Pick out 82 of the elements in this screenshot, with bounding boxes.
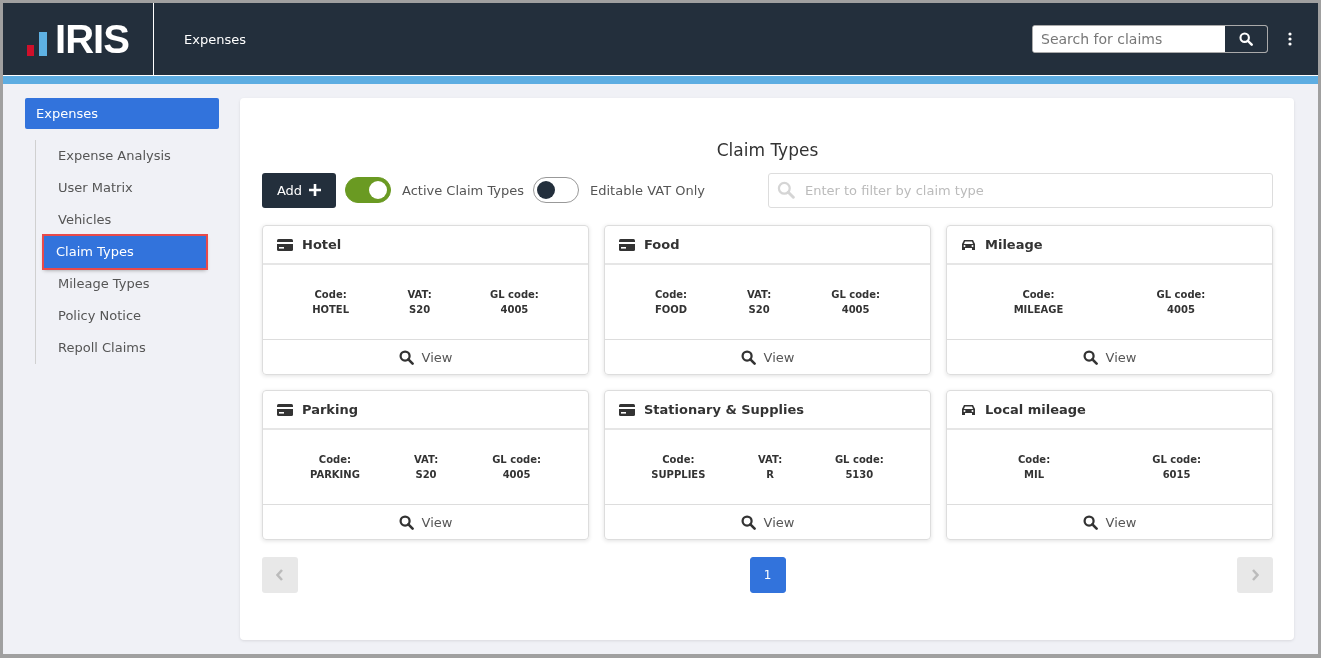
sidebar-item[interactable]: User Matrix [36, 172, 219, 204]
sidebar-item[interactable]: Policy Notice [36, 300, 219, 332]
field-label: VAT: [747, 289, 772, 300]
card-title: Food [644, 237, 680, 252]
card-title: Local mileage [985, 402, 1086, 417]
search-icon [398, 514, 414, 530]
toggle-switch[interactable] [533, 177, 580, 203]
field-value: 6015 [1162, 469, 1191, 480]
card-title: Stationary & Supplies [644, 402, 804, 417]
search-icon [398, 349, 414, 365]
field-value: PARKING [310, 469, 360, 480]
credit-card-icon [619, 403, 635, 416]
field-label: VAT: [758, 454, 783, 465]
logo-text: IRIS [55, 16, 129, 62]
field-label: GL code: [1156, 289, 1206, 300]
credit-card-icon [277, 238, 293, 251]
field-label: GL code: [490, 289, 539, 300]
field-value: MIL [1024, 469, 1045, 480]
field-label: Code: [318, 454, 351, 465]
search-icon [1082, 349, 1098, 365]
search-icon [740, 514, 756, 530]
view-button[interactable]: View [263, 505, 588, 539]
sidebar-heading[interactable]: Expenses [25, 98, 219, 129]
credit-card-icon [619, 238, 635, 251]
plus-icon [309, 184, 322, 196]
toggle-switch[interactable] [345, 177, 391, 203]
card-title: Hotel [302, 237, 342, 252]
car-icon [961, 238, 976, 251]
credit-card-icon [277, 403, 293, 416]
field-label: VAT: [407, 289, 432, 300]
field-value: FOOD [654, 304, 688, 315]
field-label: GL code: [492, 454, 541, 465]
search-icon [1082, 514, 1098, 530]
search-field[interactable]: Search for claims [1032, 25, 1268, 53]
filter-field[interactable]: Enter to filter by claim type [768, 172, 1273, 208]
toggle-label: Editable VAT Only [590, 182, 705, 198]
field-label: GL code: [1152, 454, 1201, 465]
field-value: 5130 [845, 469, 874, 480]
search-icon [740, 349, 756, 365]
search-icon [777, 180, 795, 199]
field-label: Code: [662, 454, 695, 465]
field-value: S20 [415, 469, 437, 480]
field-label: Code: [1018, 454, 1051, 465]
view-button[interactable]: View [605, 505, 930, 539]
field-value: 4005 [841, 304, 870, 315]
field-label: Code: [314, 289, 347, 300]
field-label: Code: [654, 289, 688, 300]
view-button[interactable]: View [605, 340, 930, 374]
field-value: MILEAGE [1013, 304, 1064, 315]
field-value: HOTEL [312, 304, 350, 315]
field-value: 4005 [502, 469, 531, 480]
chevron-right-icon [1251, 569, 1259, 581]
car-icon [961, 403, 976, 416]
sidebar-item[interactable]: Expense Analysis [36, 140, 219, 172]
field-value: SUPPLIES [651, 469, 706, 480]
toggle-label: Active Claim Types [402, 182, 525, 198]
page-title: Claim Types [715, 140, 820, 160]
field-label: GL code: [831, 289, 881, 300]
sidebar-item[interactable]: Repoll Claims [36, 332, 219, 364]
view-button[interactable]: View [263, 340, 588, 374]
field-value: S20 [408, 304, 431, 315]
field-value: 4005 [1167, 304, 1195, 315]
field-value: R [766, 469, 774, 480]
field-label: VAT: [413, 454, 439, 465]
search-icon [1239, 32, 1253, 46]
search-button[interactable] [1225, 26, 1267, 52]
view-button[interactable]: View [947, 505, 1272, 539]
sidebar-item[interactable]: Claim Types [44, 236, 206, 268]
app-title: Expenses [184, 31, 247, 47]
field-value: S20 [748, 304, 770, 315]
sidebar-item[interactable]: Vehicles [36, 204, 219, 236]
view-button[interactable]: View [947, 340, 1272, 374]
chevron-left-icon [276, 569, 284, 581]
page-number-button[interactable]: 1 [749, 557, 786, 593]
card-title: Parking [302, 402, 359, 417]
field-value: 4005 [500, 304, 529, 315]
sidebar-item[interactable]: Mileage Types [36, 268, 219, 300]
add-button[interactable]: Add [262, 172, 336, 208]
field-label: GL code: [834, 454, 884, 465]
more-menu-icon[interactable] [1288, 32, 1292, 46]
card-title: Mileage [985, 237, 1043, 252]
field-label: Code: [1022, 289, 1055, 300]
